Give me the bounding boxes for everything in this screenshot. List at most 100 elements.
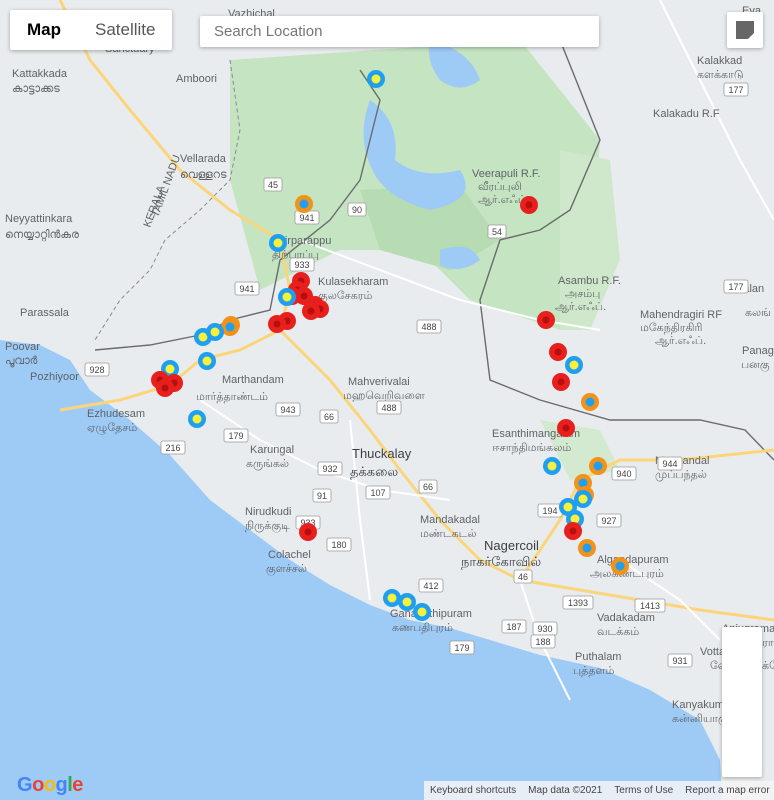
map-marker-red[interactable] — [552, 373, 570, 391]
road-shield: 187 — [501, 619, 527, 634]
search-input[interactable] — [200, 16, 599, 47]
marker-center — [615, 561, 625, 571]
map-marker-orange[interactable] — [581, 393, 599, 411]
attribution-bar: Keyboard shortcuts Map data ©2021 Terms … — [424, 781, 774, 800]
map-marker-red[interactable] — [299, 523, 317, 541]
road-shield: 66 — [418, 479, 438, 494]
google-logo[interactable]: Google — [17, 774, 83, 797]
marker-center — [593, 461, 603, 471]
map-marker-red[interactable] — [537, 311, 555, 329]
marker-center — [300, 292, 308, 300]
place-label: மஹவெறிவளை — [343, 390, 425, 402]
map-marker-orange[interactable] — [578, 539, 596, 557]
map-marker-blue[interactable] — [565, 356, 583, 374]
map-type-map-button[interactable]: Map — [10, 10, 78, 50]
place-label: പൂവാർ — [5, 355, 38, 367]
zoom-in-button[interactable] — [722, 627, 762, 702]
place-label: Algandapuram — [597, 554, 669, 566]
marker-center — [202, 356, 212, 366]
map-marker-orange[interactable] — [611, 557, 629, 575]
map-marker-red[interactable] — [564, 522, 582, 540]
place-label: Ezhudesam — [87, 408, 145, 420]
marker-center — [547, 461, 557, 471]
road-shield: 91 — [312, 488, 332, 503]
place-label: Neyyattinkara — [5, 213, 73, 225]
place-label: Puthalam — [575, 651, 621, 663]
map-marker-red[interactable] — [302, 302, 320, 320]
road-shield-number: 216 — [165, 443, 180, 453]
map-marker-blue[interactable] — [269, 234, 287, 252]
map-marker-blue[interactable] — [398, 593, 416, 611]
map-marker-blue[interactable] — [413, 603, 431, 621]
road-shield: 66 — [319, 409, 339, 424]
marker-center — [299, 199, 309, 209]
place-label: புத்தளம் — [573, 665, 614, 677]
place-label: ஏழுதேசம் — [87, 422, 137, 435]
keyboard-shortcuts-link[interactable]: Keyboard shortcuts — [424, 785, 522, 796]
google-logo-letter: e — [72, 774, 83, 796]
road-shield-number: 943 — [280, 405, 295, 415]
map-type-control: Map Satellite — [10, 10, 173, 50]
place-label: மண்டகடல் — [420, 528, 477, 540]
road-shield-number: 488 — [381, 403, 396, 413]
road-shield: 180 — [326, 537, 352, 552]
map-marker-blue[interactable] — [188, 410, 206, 428]
road-shield: 488 — [376, 400, 402, 415]
road-shield-number: 66 — [324, 412, 334, 422]
map-marker-red[interactable] — [268, 315, 286, 333]
map-marker-blue[interactable] — [206, 323, 224, 341]
road-shield-number: 930 — [537, 624, 552, 634]
report-error-link[interactable]: Report a map error — [679, 785, 774, 796]
marker-center — [585, 397, 595, 407]
marker-center — [225, 322, 235, 332]
map-marker-blue[interactable] — [543, 457, 561, 475]
road-shield: 941 — [294, 210, 320, 225]
search-box — [200, 16, 599, 47]
place-label: Amboori — [176, 73, 217, 85]
road-shield-number: 188 — [535, 637, 550, 647]
road-shield: 177 — [723, 82, 749, 97]
place-label: Marthandam — [222, 374, 284, 386]
map-marker-red[interactable] — [549, 343, 567, 361]
road-shield-number: 187 — [506, 622, 521, 632]
terms-link[interactable]: Terms of Use — [608, 785, 679, 796]
map-marker-blue[interactable] — [278, 288, 296, 306]
map-canvas[interactable]: VazhichalSanctuaryKattakkadaകാട്ടാക്കടAm… — [0, 0, 774, 800]
zoom-control — [722, 627, 762, 777]
place-label: கலங் — [745, 307, 771, 319]
map-marker-red[interactable] — [520, 196, 538, 214]
map-type-satellite-button[interactable]: Satellite — [78, 10, 172, 50]
marker-center — [273, 320, 281, 328]
marker-center — [578, 494, 588, 504]
place-label: Pozhiyoor — [30, 371, 79, 383]
marker-center — [210, 327, 220, 337]
road-shield-number: 54 — [492, 227, 502, 237]
google-logo-letter: G — [17, 774, 33, 796]
road-shield: 177 — [723, 279, 749, 294]
road-shield: 944 — [657, 456, 683, 471]
place-label: Thuckalay — [352, 446, 412, 461]
road-shield: 932 — [317, 461, 343, 476]
map-marker-orange[interactable] — [589, 457, 607, 475]
road-shield-number: 177 — [728, 85, 743, 95]
place-label: വെള്ളറട — [180, 169, 227, 181]
map-marker-orange[interactable] — [295, 195, 313, 213]
road-shield: 940 — [611, 466, 637, 481]
fullscreen-button[interactable] — [727, 12, 763, 48]
marker-center — [417, 607, 427, 617]
zoom-out-button[interactable] — [722, 702, 762, 777]
map-marker-red[interactable] — [156, 379, 174, 397]
map-marker-blue[interactable] — [198, 352, 216, 370]
place-label: வடக்கம் — [597, 626, 639, 638]
map-marker-red[interactable] — [557, 419, 575, 437]
place-label: Kalakkad — [697, 55, 742, 67]
place-label: Poovar — [5, 341, 40, 353]
road-shield: 216 — [160, 440, 186, 455]
map-marker-blue[interactable] — [367, 70, 385, 88]
road-shield-number: 194 — [542, 506, 557, 516]
marker-center — [282, 292, 292, 302]
marker-center — [165, 364, 175, 374]
road-shield-number: 45 — [268, 180, 278, 190]
place-label: Kalakadu R.F — [653, 108, 720, 120]
road-shield-number: 488 — [421, 322, 436, 332]
